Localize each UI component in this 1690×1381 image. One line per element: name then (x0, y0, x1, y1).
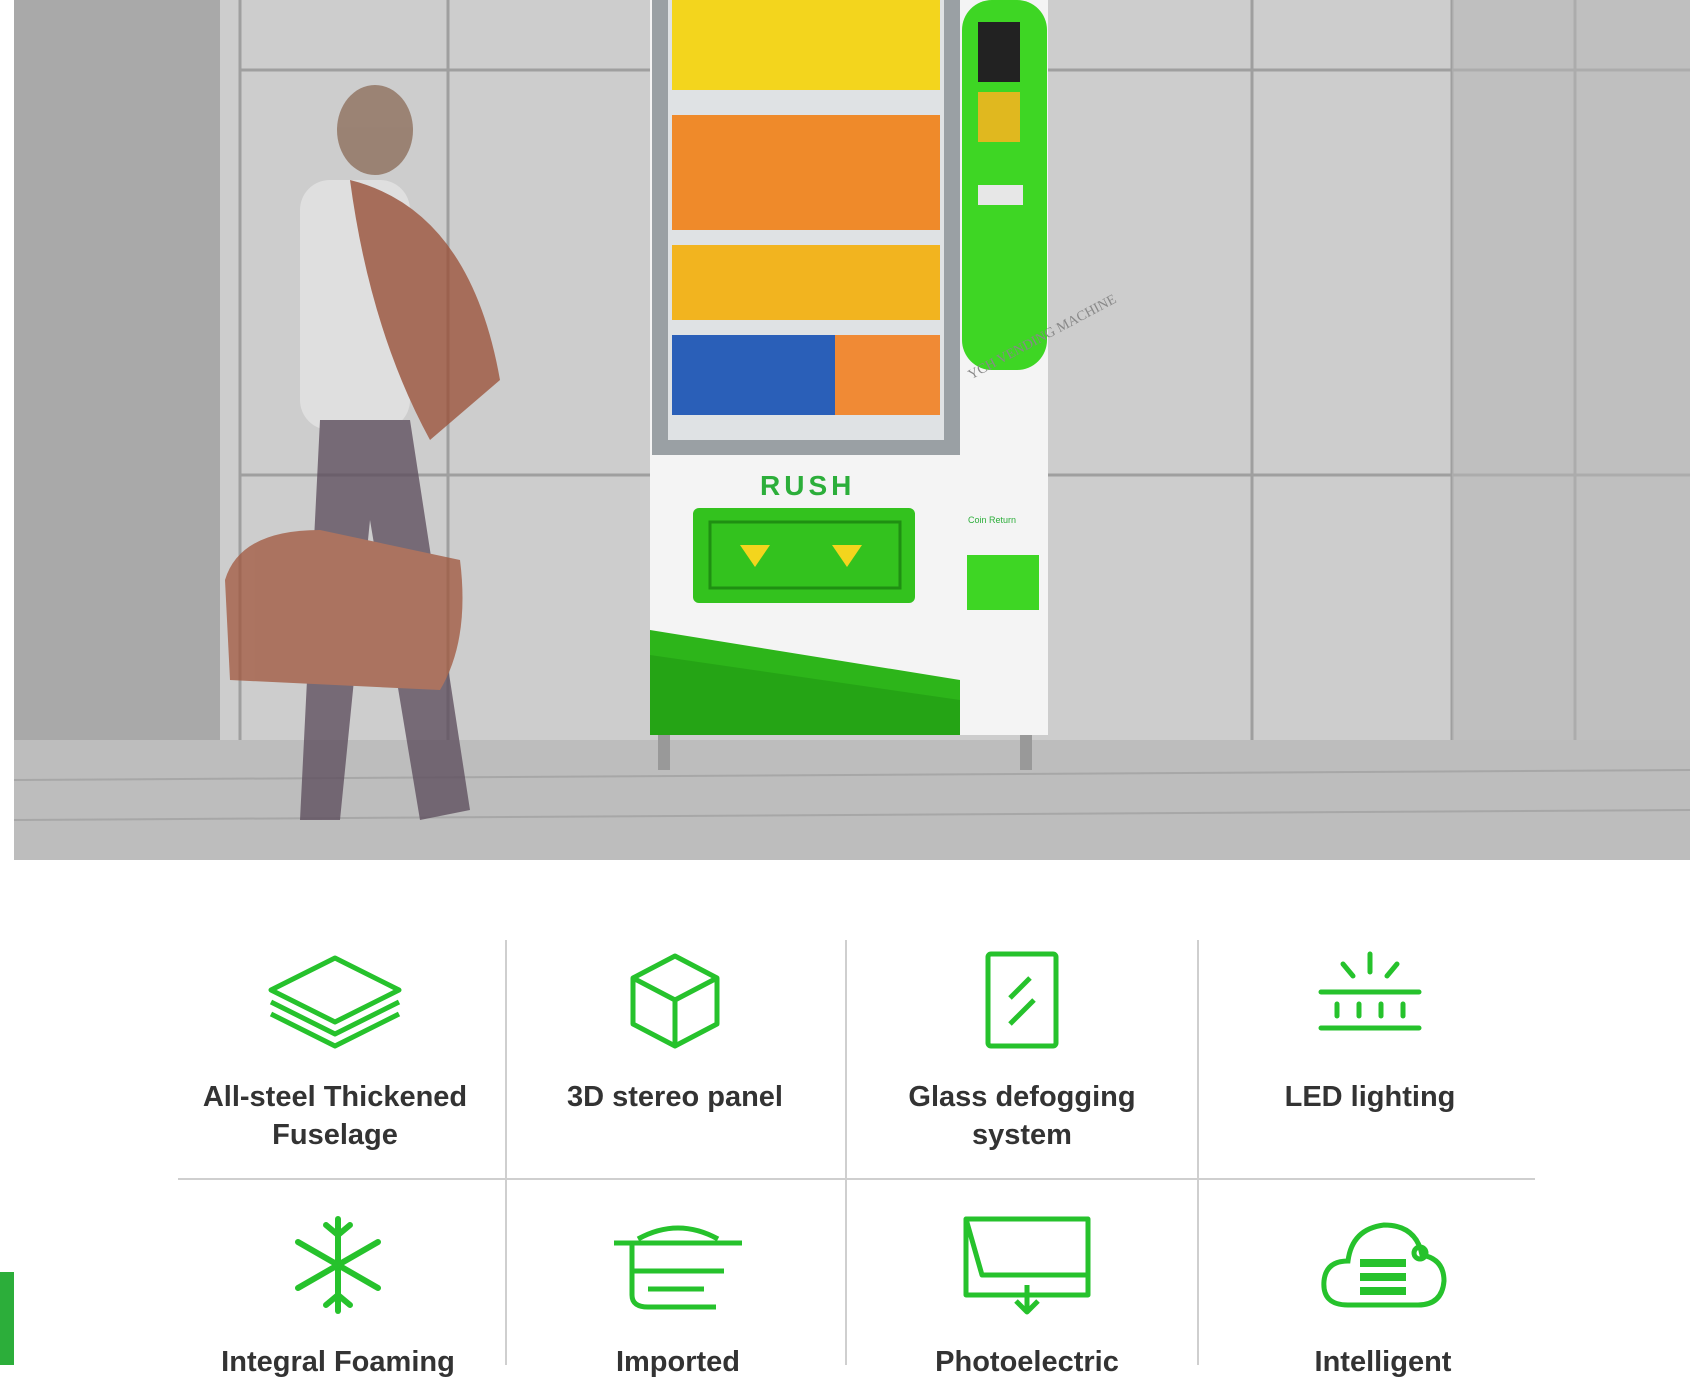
cube-icon (630, 953, 720, 1049)
feature-led-lighting: LED lighting (1210, 950, 1530, 1116)
feature-3d-panel: 3D stereo panel (515, 950, 835, 1116)
divider (505, 940, 507, 1365)
divider (178, 1178, 1535, 1180)
feature-imported: Imported (518, 1215, 838, 1381)
feature-glass-defogging: Glass defogging system (862, 950, 1182, 1154)
feature-label: Imported (615, 1346, 741, 1378)
feature-label: 3D stereo panel (567, 1081, 783, 1113)
product-shelves (672, 0, 940, 415)
feature-label: Glass defogging system (908, 1081, 1136, 1151)
stacked-layers-icon (268, 955, 402, 1049)
cloud-server-icon (1321, 1222, 1447, 1308)
feature-intelligent: Intelligent (1223, 1215, 1543, 1381)
machine-slogan: RUSH (760, 470, 856, 501)
compressor-icon (614, 1225, 742, 1310)
hero-photo: RUSH Coin Return YCH VENDING MACHINE (0, 0, 1690, 860)
feature-integral-foaming: Integral Foaming (178, 1215, 498, 1381)
snowflake-icon (295, 1216, 381, 1314)
accent-bar (0, 1272, 14, 1365)
photoelectric-icon (963, 1216, 1091, 1315)
divider (845, 940, 847, 1365)
coin-return-label: Coin Return (968, 515, 1017, 525)
feature-photoelectric: Photoelectric (867, 1215, 1187, 1381)
feature-label: All-steel Thickened Fuselage (202, 1081, 468, 1151)
divider (1197, 940, 1199, 1365)
feature-label: Photoelectric (935, 1346, 1119, 1378)
feature-label: Integral Foaming (221, 1346, 455, 1378)
vending-machine-scene (0, 0, 1690, 860)
led-light-icon (1318, 951, 1422, 1031)
feature-label: Intelligent (1314, 1346, 1452, 1378)
glass-panel-icon (985, 951, 1059, 1049)
features-grid: All-steel Thickened Fuselage 3D stereo p… (0, 860, 1690, 1378)
feature-label: LED lighting (1284, 1081, 1456, 1113)
feature-fuselage: All-steel Thickened Fuselage (175, 950, 495, 1154)
